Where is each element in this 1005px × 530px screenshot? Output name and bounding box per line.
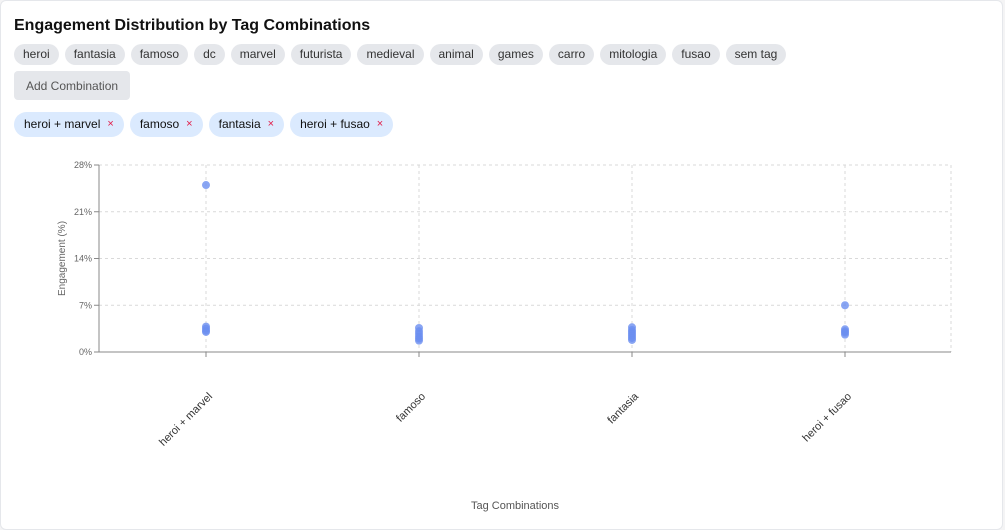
combination-chip: heroi + marvel × xyxy=(14,112,124,137)
y-tick-label: 7% xyxy=(79,300,92,310)
y-tick-label: 28% xyxy=(74,160,92,170)
combination-label: heroi + fusao xyxy=(300,117,370,131)
tag-chip-games[interactable]: games xyxy=(488,44,543,65)
combination-label: heroi + marvel xyxy=(24,117,101,131)
tag-chip-famoso[interactable]: famoso xyxy=(130,44,189,65)
chart-card: Engagement Distribution by Tag Combinati… xyxy=(0,0,1003,530)
x-tick-label: fantasia xyxy=(605,390,641,426)
tag-chip-fantasia[interactable]: fantasia xyxy=(64,44,125,65)
tag-chip-carro[interactable]: carro xyxy=(548,44,595,65)
combination-chip: heroi + fusao × xyxy=(290,112,394,137)
tag-chip-heroi[interactable]: heroi xyxy=(14,44,59,65)
y-tick-label: 21% xyxy=(74,207,92,217)
data-point xyxy=(628,335,636,344)
remove-combination-icon[interactable]: × xyxy=(107,119,113,130)
tag-chip-futurista[interactable]: futurista xyxy=(290,44,352,65)
x-axis-label: Tag Combinations xyxy=(471,500,560,512)
remove-combination-icon[interactable]: × xyxy=(268,119,274,130)
data-point xyxy=(202,181,210,190)
tag-chip-medieval[interactable]: medieval xyxy=(357,44,424,65)
y-tick-label: 14% xyxy=(74,254,92,264)
combination-label: fantasia xyxy=(218,117,261,131)
combination-label: famoso xyxy=(139,117,180,131)
y-tick-label: 0% xyxy=(79,347,92,357)
y-axis-label: Engagement (%) xyxy=(57,221,68,296)
combination-chip: fantasia × xyxy=(208,112,285,137)
x-tick-label: heroi + marvel xyxy=(157,391,215,449)
data-point xyxy=(841,330,849,339)
data-point xyxy=(202,327,210,336)
selected-combinations: heroi + marvel × famoso × fantasia × heroi + f… xyxy=(14,112,394,137)
x-tick-label: heroi + fusao xyxy=(800,391,854,445)
add-combination-button[interactable]: Add Combination xyxy=(14,71,131,100)
remove-combination-icon[interactable]: × xyxy=(186,119,192,130)
page-title: Engagement Distribution by Tag Combinati… xyxy=(14,17,371,34)
data-point xyxy=(841,301,849,310)
tag-chip-sem-tag[interactable]: sem tag xyxy=(725,44,787,65)
tag-chip-dc[interactable]: dc xyxy=(194,44,225,65)
tag-chip-marvel[interactable]: marvel xyxy=(230,44,285,65)
tag-chip-animal[interactable]: animal xyxy=(429,44,483,65)
x-tick-label: famoso xyxy=(394,391,428,425)
tag-list: heroi fantasia famoso dc marvel futurista medi… xyxy=(14,44,787,65)
data-point xyxy=(415,336,423,345)
engagement-scatter-chart: 0% 7% 14% 21% 28% heroi + marvel famoso fantasi… xyxy=(57,160,952,512)
tag-chip-fusao[interactable]: fusao xyxy=(672,44,720,65)
remove-combination-icon[interactable]: × xyxy=(377,119,383,130)
combination-chip: famoso × xyxy=(129,112,203,137)
tag-chip-mitologia[interactable]: mitologia xyxy=(600,44,667,65)
